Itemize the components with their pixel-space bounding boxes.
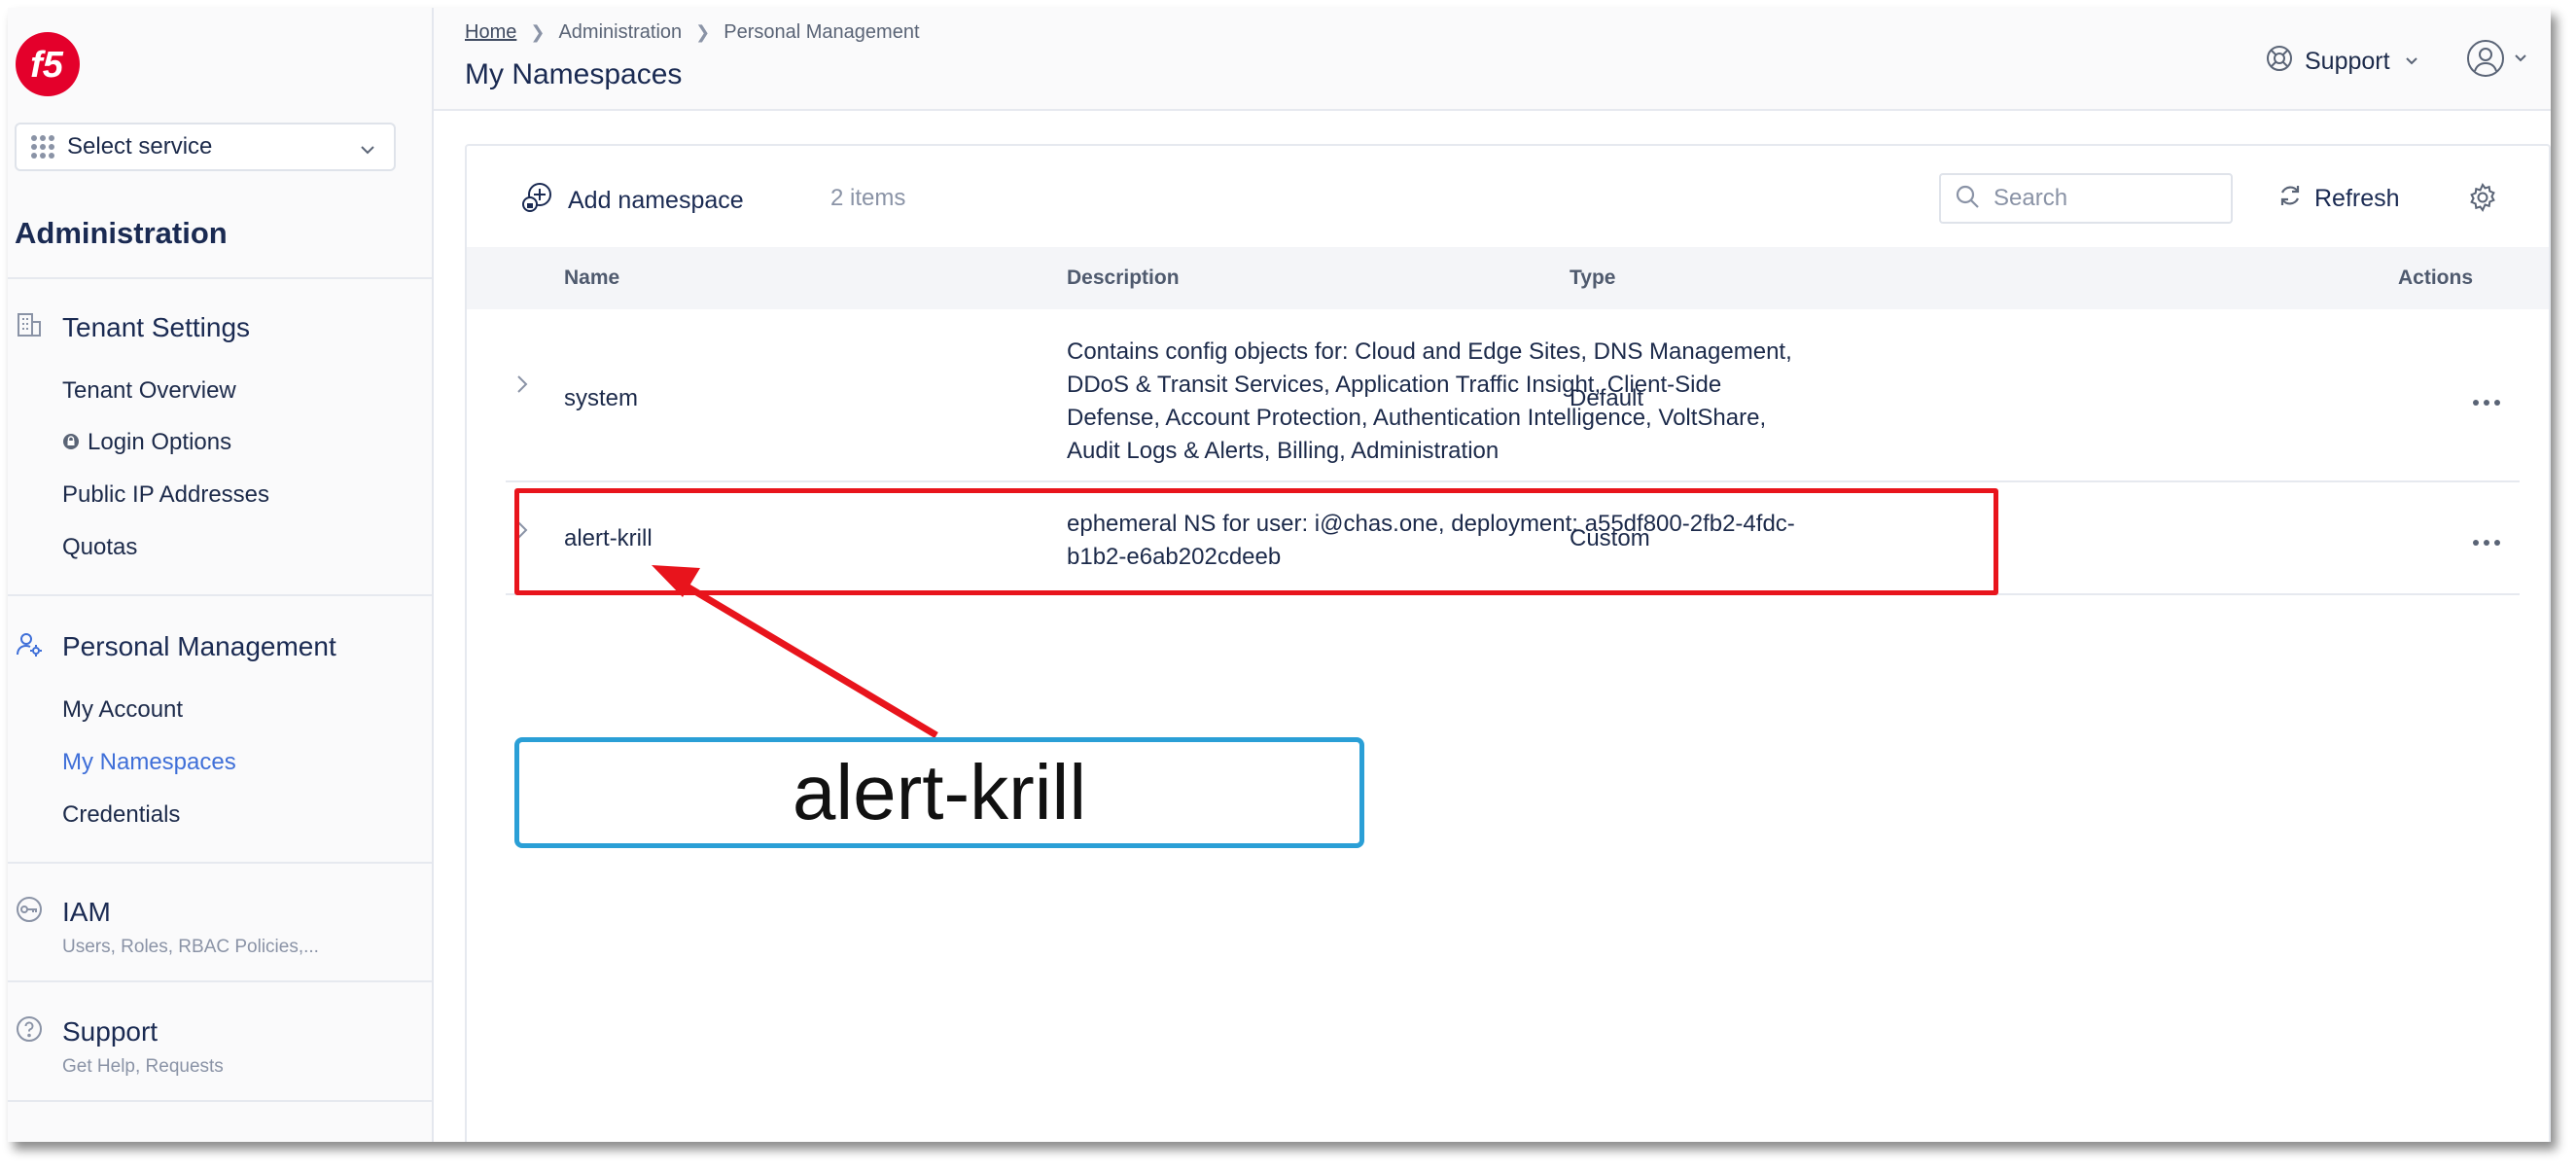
annotation-arrow xyxy=(652,565,938,739)
callout-label: alert-krill xyxy=(514,737,1364,848)
app-window: f5 Select service Administration Tenant … xyxy=(8,8,2551,1142)
